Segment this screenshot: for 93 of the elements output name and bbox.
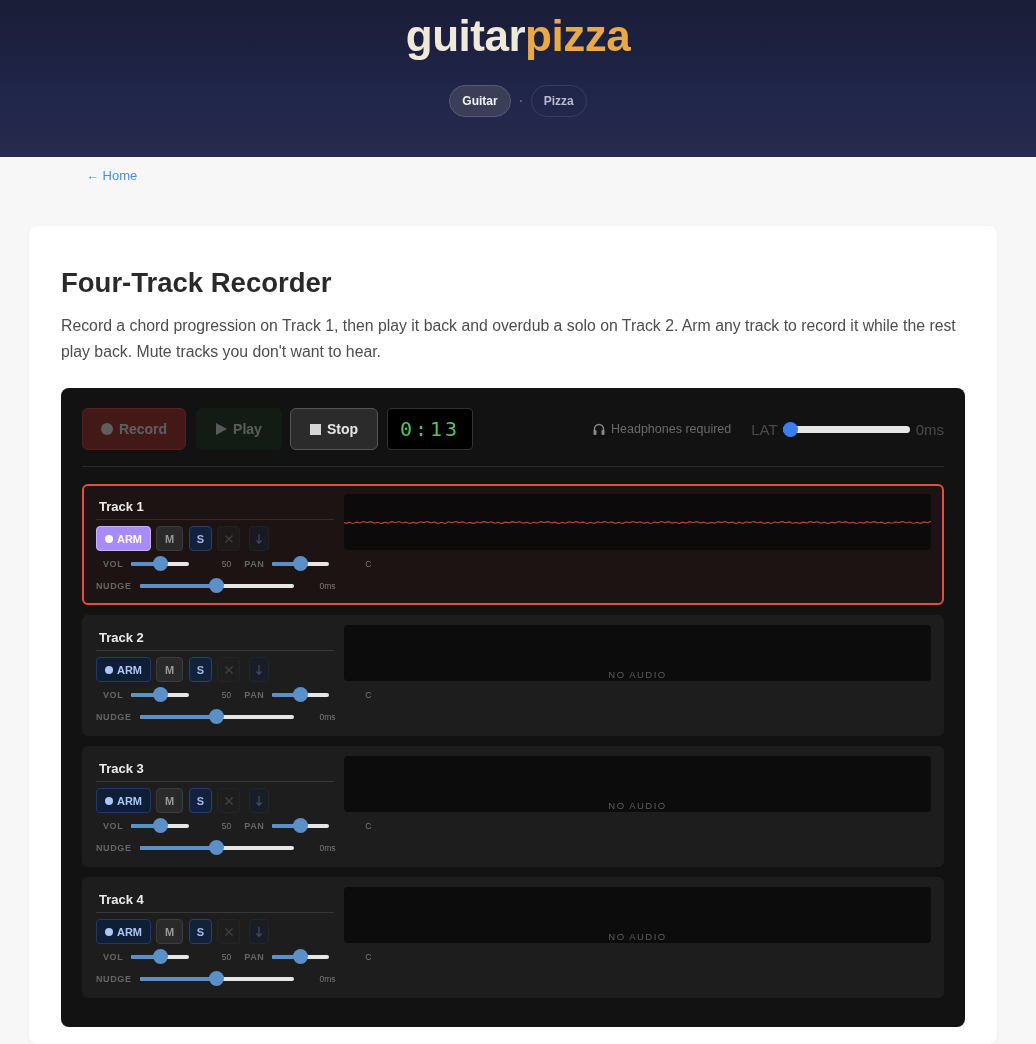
- nudge-slider[interactable]: [139, 840, 294, 855]
- dot-icon: [104, 796, 113, 805]
- arm-button[interactable]: ARM: [96, 788, 151, 813]
- stop-button[interactable]: Stop: [290, 408, 378, 450]
- volume-value: 50: [220, 558, 232, 569]
- site-logo[interactable]: guitarpizza: [405, 12, 631, 60]
- time-display: 0:13: [387, 408, 473, 450]
- volume-value: 50: [220, 951, 232, 962]
- close-icon: [224, 796, 233, 805]
- slider-thumb[interactable]: [152, 687, 168, 702]
- dot-icon: [104, 927, 113, 936]
- nudge-slider[interactable]: [139, 709, 294, 724]
- solo-button[interactable]: S: [189, 657, 212, 682]
- slider-thumb[interactable]: [293, 687, 309, 702]
- track-name: Track 4: [96, 887, 334, 913]
- dot-icon: [104, 665, 113, 674]
- play-icon: [216, 423, 228, 435]
- solo-button[interactable]: S: [189, 919, 212, 944]
- close-icon: [224, 534, 233, 543]
- slider-thumb[interactable]: [293, 949, 309, 964]
- arm-button[interactable]: ARM: [96, 657, 151, 682]
- headphones-notice: Headphones required: [611, 422, 732, 436]
- volume-slider[interactable]: [131, 818, 190, 833]
- slider-thumb[interactable]: [293, 818, 309, 833]
- down-arrow-icon: [256, 795, 262, 806]
- mute-button[interactable]: M: [156, 788, 183, 813]
- slider-thumb[interactable]: [782, 421, 798, 437]
- pan-label: PAN: [244, 951, 265, 962]
- arm-button[interactable]: ARM: [96, 919, 151, 944]
- volume-slider[interactable]: [131, 687, 190, 702]
- headphones-icon: [593, 423, 605, 435]
- close-icon: [224, 927, 233, 936]
- volume-label: VOL: [103, 951, 124, 962]
- record-dot-icon: [100, 423, 113, 435]
- solo-button[interactable]: S: [189, 788, 212, 813]
- pan-value: C: [364, 689, 372, 700]
- pan-value: C: [364, 820, 372, 831]
- nudge-label: NUDGE: [96, 842, 132, 853]
- dot-icon: [104, 534, 113, 543]
- down-arrow-icon: [256, 664, 262, 675]
- pan-label: PAN: [244, 820, 265, 831]
- volume-value: 50: [220, 820, 232, 831]
- volume-label: VOL: [103, 689, 124, 700]
- slider-thumb[interactable]: [209, 709, 224, 724]
- nudge-value: 0ms: [318, 842, 336, 853]
- volume-slider[interactable]: [131, 949, 190, 964]
- mute-button[interactable]: M: [156, 657, 183, 682]
- pan-slider[interactable]: [272, 687, 330, 702]
- slider-thumb[interactable]: [152, 556, 168, 571]
- volume-slider[interactable]: [131, 556, 190, 571]
- down-arrow-icon: [256, 533, 262, 544]
- slider-thumb[interactable]: [209, 971, 224, 986]
- nudge-value: 0ms: [318, 973, 336, 984]
- no-audio-label: NO AUDIO: [608, 800, 667, 812]
- solo-button[interactable]: S: [189, 526, 212, 551]
- mute-button[interactable]: M: [156, 526, 183, 551]
- latency-value: 0ms: [915, 420, 944, 438]
- pan-slider[interactable]: [272, 818, 330, 833]
- slider-thumb[interactable]: [209, 840, 224, 855]
- slider-thumb[interactable]: [209, 578, 224, 593]
- track-name: Track 2: [96, 625, 334, 651]
- pan-slider[interactable]: [272, 949, 330, 964]
- pan-value: C: [364, 951, 372, 962]
- nudge-slider[interactable]: [139, 971, 294, 986]
- volume-value: 50: [220, 689, 232, 700]
- nudge-slider[interactable]: [139, 578, 294, 593]
- mute-button[interactable]: M: [156, 919, 183, 944]
- nudge-value: 0ms: [318, 580, 336, 591]
- stop-icon: [309, 423, 321, 435]
- nudge-label: NUDGE: [96, 973, 132, 984]
- no-audio-label: NO AUDIO: [608, 931, 667, 943]
- pan-label: PAN: [244, 689, 265, 700]
- volume-label: VOL: [103, 820, 124, 831]
- close-icon: [224, 665, 233, 674]
- latency-label: LAT: [751, 420, 778, 438]
- nav-pill[interactable]: Guitar: [449, 85, 511, 117]
- page-title: Four-Track Recorder: [61, 266, 333, 300]
- pan-value: C: [364, 558, 372, 569]
- nudge-label: NUDGE: [96, 580, 132, 591]
- nudge-value: 0ms: [318, 711, 336, 722]
- down-arrow-icon: [256, 926, 262, 937]
- slider-thumb[interactable]: [293, 556, 309, 571]
- no-audio-label: NO AUDIO: [608, 669, 667, 681]
- volume-label: VOL: [103, 558, 124, 569]
- page-description: Record a chord progression on Track 1, then play it back and overdub a solo on Track 2. Arm any track to record it while the rest play back. Mute tracks you don't want to hear.: [61, 316, 957, 362]
- pan-label: PAN: [244, 558, 265, 569]
- nudge-label: NUDGE: [96, 711, 132, 722]
- slider-thumb[interactable]: [152, 949, 168, 964]
- track-name: Track 1: [96, 494, 334, 520]
- track-name: Track 3: [96, 756, 334, 782]
- pan-slider[interactable]: [272, 556, 330, 571]
- slider-thumb[interactable]: [152, 818, 168, 833]
- latency-slider[interactable]: [782, 421, 910, 437]
